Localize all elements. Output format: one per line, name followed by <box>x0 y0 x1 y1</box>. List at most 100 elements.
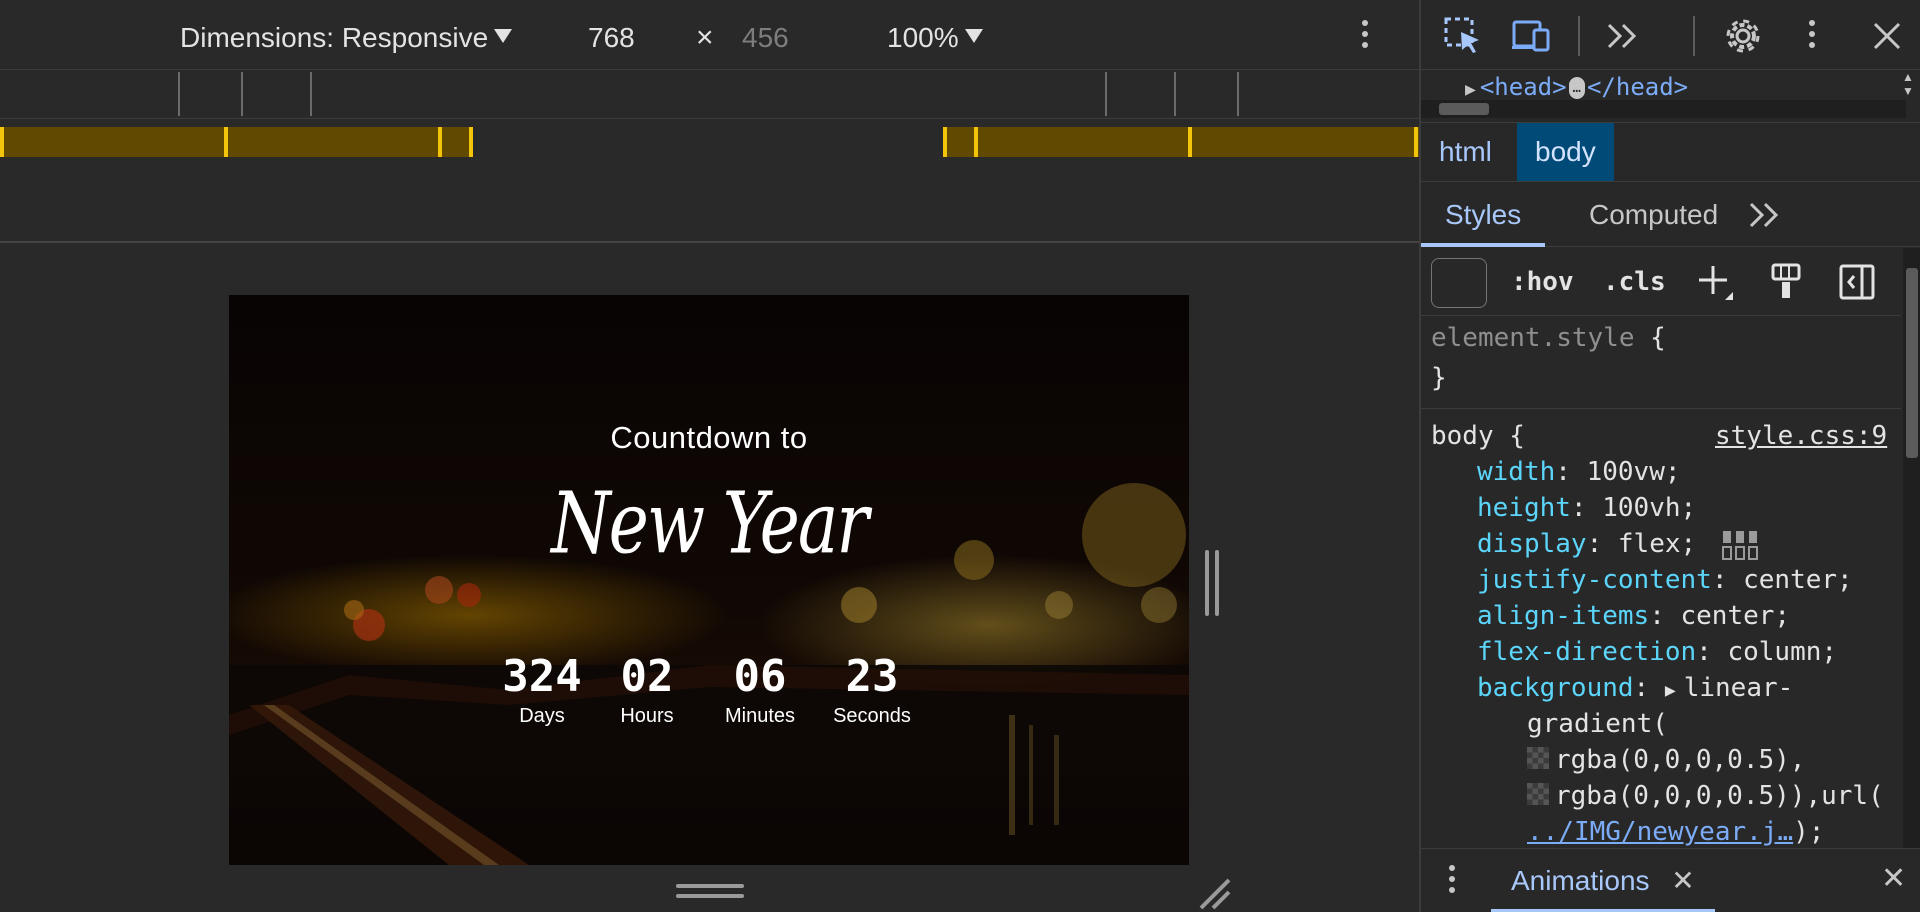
device-viewport-area: Dimensions: Responsive 768 × 456 100% Co… <box>0 0 1419 912</box>
breakpoint-marker <box>224 127 228 157</box>
countdown-seconds: 23 Seconds <box>817 651 927 729</box>
elements-horizontal-scrollbar[interactable] <box>1421 100 1906 118</box>
width-input[interactable]: 768 <box>588 20 635 56</box>
tab-styles[interactable]: Styles <box>1421 183 1546 247</box>
ruler-tick <box>310 72 312 116</box>
customize-menu-icon[interactable] <box>1809 20 1815 48</box>
media-query-bar[interactable] <box>0 127 1419 157</box>
chevron-down-icon <box>964 28 983 43</box>
styles-filter-input[interactable] <box>1431 258 1487 308</box>
declaration-align-items[interactable]: align-items: center; <box>1477 598 1790 634</box>
background-value-color-2: rgba(0,0,0,0.5)),url( <box>1527 778 1884 814</box>
flexbox-editor-icon[interactable] <box>1721 529 1760 561</box>
collapsed-ellipsis[interactable]: … <box>1568 77 1585 99</box>
countdown-hours: 02 Hours <box>592 651 702 729</box>
seconds-value: 23 <box>845 651 899 702</box>
event-name-heading: New Year <box>551 475 869 574</box>
head-open-tag: <head> <box>1479 73 1567 101</box>
devtools-panel: ▶ <head>… </head> ▲ ▼ html body Styles Comp… <box>1419 0 1920 912</box>
devtools-toolbar <box>1421 0 1920 70</box>
toolbar-separator <box>1693 16 1695 56</box>
close-devtools-icon[interactable] <box>1865 14 1909 58</box>
more-tabs-chevron-icon[interactable] <box>1601 14 1645 58</box>
media-query-segment-right[interactable] <box>943 127 1419 157</box>
breakpoint-marker <box>469 127 473 157</box>
ruler-gap <box>0 157 1419 243</box>
more-options-icon[interactable] <box>1362 20 1368 48</box>
breadcrumb-body[interactable]: body <box>1517 123 1614 181</box>
height-input[interactable]: 456 <box>742 20 789 56</box>
declaration-flex-direction[interactable]: flex-direction: column; <box>1477 634 1837 670</box>
resize-corner-icon[interactable] <box>1195 874 1231 910</box>
times-icon: × <box>696 21 714 54</box>
image-url-link[interactable]: ../IMG/newyear.j… <box>1527 817 1793 846</box>
element-style-selector[interactable]: element.style { <box>1431 320 1666 356</box>
breadcrumb-html[interactable]: html <box>1421 123 1510 181</box>
color-swatch-icon[interactable] <box>1527 782 1549 805</box>
ruler-tick <box>241 72 243 116</box>
inspect-element-icon[interactable] <box>1441 14 1485 58</box>
declaration-justify-content[interactable]: justify-content: center; <box>1477 562 1853 598</box>
settings-gear-icon[interactable] <box>1721 14 1765 58</box>
countdown-title: Countdown to <box>610 420 808 455</box>
bottom-drawer: Animations ✕ ✕ <box>1421 848 1920 912</box>
dimensions-dropdown[interactable]: Dimensions: Responsive <box>180 20 513 56</box>
more-sidebar-tabs-icon[interactable] <box>1743 193 1787 237</box>
stylesheet-source-link[interactable]: style.css:9 <box>1715 418 1887 454</box>
tab-animations[interactable]: Animations ✕ <box>1491 849 1715 912</box>
minutes-value: 06 <box>733 651 787 702</box>
toggle-sidebar-icon[interactable] <box>1835 260 1879 304</box>
device-toolbar-toggle-icon[interactable] <box>1509 14 1553 58</box>
drawer-menu-icon[interactable] <box>1449 865 1455 893</box>
countdown-days: 324 Days <box>487 651 597 729</box>
breakpoint-marker <box>1414 127 1418 157</box>
toolbar-separator <box>1578 16 1580 56</box>
declaration-background[interactable]: background: ▶ linear- <box>1477 670 1793 709</box>
dimensions-label: Dimensions: Responsive <box>180 22 489 53</box>
breakpoint-marker <box>974 127 978 157</box>
emulated-page[interactable]: Countdown to New Year 324 Days 02 Hours … <box>229 295 1189 865</box>
close-drawer-icon[interactable]: ✕ <box>1881 861 1906 896</box>
ruler-tick <box>1174 72 1176 116</box>
hover-state-toggle[interactable]: :hov <box>1511 262 1574 302</box>
body-rule-selector[interactable]: body { <box>1431 418 1525 454</box>
breakpoint-marker <box>438 127 442 157</box>
ruler-tick <box>178 72 180 116</box>
resize-handle-right[interactable] <box>1205 550 1221 616</box>
seconds-label: Seconds <box>833 705 911 727</box>
declaration-display[interactable]: display: flex; <box>1477 526 1760 562</box>
declaration-height[interactable]: height: 100vh; <box>1477 490 1696 526</box>
background-value-url: ../IMG/newyear.j…); <box>1527 817 1825 846</box>
breadcrumb: html body <box>1421 122 1920 182</box>
breakpoint-marker <box>943 127 947 157</box>
fireworks-background-image <box>229 295 1189 865</box>
expand-triangle-icon[interactable]: ▶ <box>1465 79 1476 100</box>
styles-rules-pane[interactable]: element.style { } body { style.css:9 wid… <box>1421 316 1901 846</box>
zoom-label: 100% <box>887 22 959 53</box>
styles-vertical-scrollbar[interactable] <box>1903 248 1920 848</box>
media-query-segment-left[interactable] <box>0 127 473 157</box>
zoom-dropdown[interactable]: 100% <box>887 20 983 56</box>
resize-handle-bottom[interactable] <box>676 884 744 900</box>
animations-tab-label: Animations <box>1511 865 1650 896</box>
new-style-rule-plus-icon[interactable] <box>1693 260 1737 304</box>
minutes-label: Minutes <box>724 705 796 727</box>
declaration-width[interactable]: width: 100vw; <box>1477 454 1681 490</box>
close-tab-icon[interactable]: ✕ <box>1671 865 1694 896</box>
ruler-tick <box>1105 72 1107 116</box>
element-style-close: } <box>1431 363 1447 393</box>
sidebar-tabs: Styles Computed <box>1421 183 1920 247</box>
expand-triangle-icon: ▶ <box>1664 680 1676 701</box>
days-label: Days <box>519 705 565 727</box>
chevron-down-icon <box>494 28 513 43</box>
class-toggle[interactable]: .cls <box>1603 262 1666 302</box>
device-toolbar: Dimensions: Responsive 768 × 456 100% <box>0 0 1419 70</box>
tab-computed[interactable]: Computed <box>1565 183 1742 247</box>
color-swatch-icon[interactable] <box>1527 746 1549 769</box>
head-close-tag: </head> <box>1586 73 1689 101</box>
media-query-ruler[interactable] <box>0 70 1419 119</box>
countdown-minutes: 06 Minutes <box>705 651 815 729</box>
breakpoint-marker <box>1188 127 1192 157</box>
tree-scroll-arrows-icon[interactable]: ▲ ▼ <box>1895 70 1920 104</box>
paint-roller-icon[interactable] <box>1765 260 1809 304</box>
